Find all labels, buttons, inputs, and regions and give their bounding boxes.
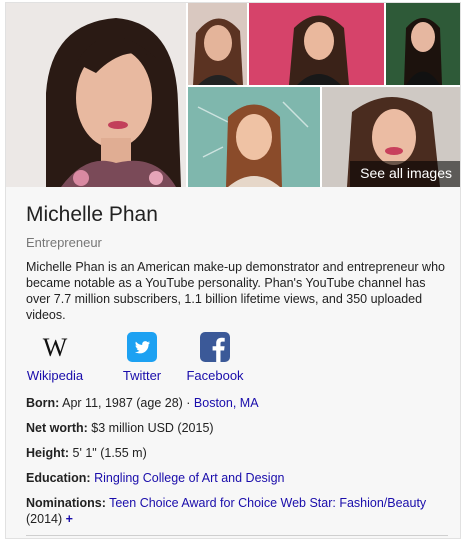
profile-facebook[interactable]: Facebook bbox=[184, 332, 246, 383]
birthplace-link[interactable]: Boston, MA bbox=[194, 396, 259, 410]
photo-thumbnail[interactable]: See all images bbox=[322, 87, 460, 187]
fact-value: 5' 1" (1.55 m) bbox=[72, 446, 147, 460]
image-mosaic: See all images bbox=[6, 3, 460, 187]
entity-description: Michelle Phan is an American make-up dem… bbox=[26, 260, 445, 322]
fact-net-worth: Net worth: $3 million USD (2015) bbox=[26, 420, 451, 436]
fact-label: Education: bbox=[26, 471, 91, 485]
profile-wikipedia[interactable]: W Wikipedia bbox=[26, 332, 84, 383]
profile-twitter[interactable]: Twitter bbox=[114, 332, 170, 383]
main-photo[interactable] bbox=[6, 3, 186, 187]
see-all-images-button[interactable]: See all images bbox=[350, 161, 460, 187]
svg-text:W: W bbox=[43, 333, 68, 362]
fact-label: Net worth: bbox=[26, 421, 88, 435]
education-link[interactable]: Ringling College of Art and Design bbox=[94, 471, 284, 485]
photo-thumbnail[interactable] bbox=[249, 3, 384, 85]
fact-born: Born: Apr 11, 1987 (age 28) · Boston, MA bbox=[26, 395, 451, 411]
fact-nominations: Nominations: Teen Choice Award for Choic… bbox=[26, 495, 451, 527]
fact-label: Height: bbox=[26, 446, 70, 460]
nomination-link[interactable]: Teen Choice Award for Choice Web Star: F… bbox=[109, 496, 426, 510]
photo-thumbnail[interactable] bbox=[188, 3, 247, 85]
fact-label: Born: bbox=[26, 396, 60, 410]
entity-name: Michelle Phan bbox=[26, 203, 158, 226]
fact-value: Apr 11, 1987 (age 28) bbox=[62, 396, 183, 410]
twitter-icon bbox=[127, 332, 157, 362]
facebook-icon bbox=[200, 332, 230, 362]
fact-height: Height: 5' 1" (1.55 m) bbox=[26, 445, 451, 461]
expand-plus-icon[interactable]: + bbox=[66, 512, 73, 526]
profile-label: Wikipedia bbox=[26, 368, 84, 383]
profile-label: Facebook bbox=[186, 368, 244, 383]
wikipedia-icon: W bbox=[40, 332, 70, 362]
photo-thumbnail[interactable] bbox=[386, 3, 460, 85]
facts-list: Born: Apr 11, 1987 (age 28) · Boston, MA… bbox=[26, 395, 451, 536]
fact-separator: · bbox=[182, 396, 194, 410]
profiles-row: W Wikipedia Twitter Facebook bbox=[26, 332, 446, 387]
panel-info: Michelle Phan Entrepreneur Michelle Phan… bbox=[6, 187, 460, 538]
entity-subtitle: Entrepreneur bbox=[26, 235, 102, 250]
divider bbox=[26, 535, 448, 536]
fact-value: $3 million USD (2015) bbox=[91, 421, 214, 435]
fact-education: Education: Ringling College of Art and D… bbox=[26, 470, 451, 486]
fact-label: Nominations: bbox=[26, 496, 106, 510]
profile-label: Twitter bbox=[122, 368, 162, 383]
photo-thumbnail[interactable] bbox=[188, 87, 320, 187]
knowledge-panel: See all images Michelle Phan Entrepreneu… bbox=[5, 2, 461, 539]
nomination-year: (2014) bbox=[26, 512, 63, 526]
